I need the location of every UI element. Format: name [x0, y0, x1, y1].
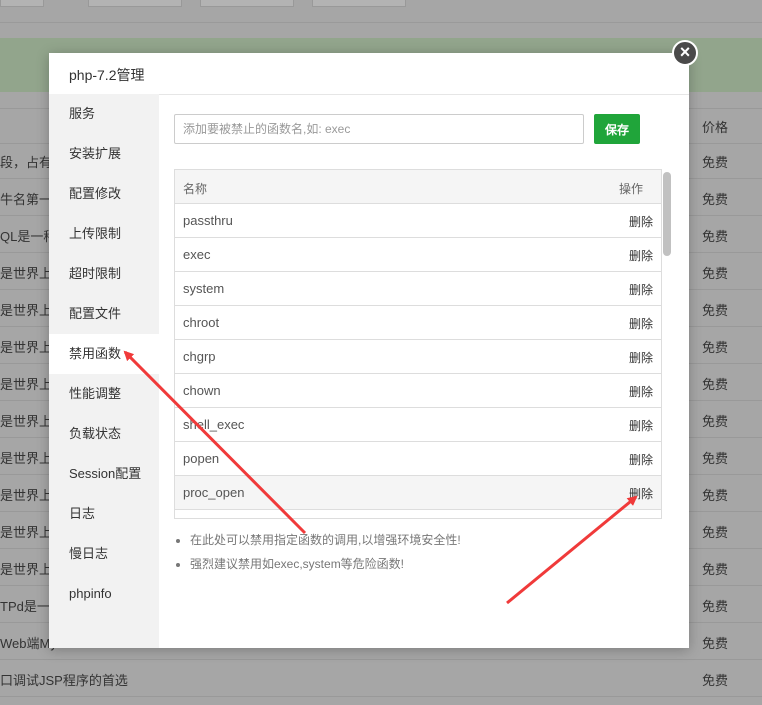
sidebar-item[interactable]: phpinfo	[49, 574, 159, 614]
table-row: popen 删除	[175, 442, 661, 476]
function-name: popen	[183, 451, 220, 466]
delete-button[interactable]: 删除	[629, 349, 653, 366]
background-row-price: 免费	[702, 377, 729, 392]
dialog-content: 保存 名称 操作 passthru 删除 exec 删除 system 删除 chroot 删…	[159, 94, 689, 648]
background-tab	[88, 0, 182, 7]
table-row: proc_open 删除	[175, 476, 661, 510]
delete-button[interactable]: 删除	[629, 383, 653, 400]
sidebar-item[interactable]: 慢日志	[49, 534, 159, 574]
table-row: system 删除	[175, 272, 661, 306]
background-price-header: 价格	[702, 120, 729, 135]
delete-button[interactable]: 删除	[629, 315, 653, 332]
background-row-price: 免费	[702, 488, 729, 503]
scrollbar-thumb[interactable]	[663, 172, 671, 256]
sidebar-item[interactable]: 日志	[49, 494, 159, 534]
background-tab	[200, 0, 294, 7]
background-row-price: 免费	[702, 229, 729, 244]
tips-list: 在此处可以禁用指定函数的调用,以增强环境安全性!强烈建议禁用如exec,syst…	[174, 528, 461, 576]
delete-button[interactable]: 删除	[629, 247, 653, 264]
sidebar-item[interactable]: Session配置	[49, 454, 159, 494]
close-icon[interactable]: ×	[672, 40, 698, 66]
dialog-title: php-7.2管理	[69, 67, 145, 83]
background-row-price: 免费	[702, 340, 729, 355]
background-row-price: 免费	[702, 673, 729, 688]
background-tab	[312, 0, 406, 7]
background-row: 口调试JSP程序的首选 免费	[0, 660, 762, 697]
dialog-title-bar: php-7.2管理	[49, 53, 689, 95]
tip-item: 强烈建议禁用如exec,system等危险函数!	[190, 552, 461, 576]
table-row: chown 删除	[175, 374, 661, 408]
delete-button[interactable]: 删除	[629, 213, 653, 230]
table-row: passthru 删除	[175, 204, 661, 238]
background-row-price: 免费	[702, 266, 729, 281]
background-row-price: 免费	[702, 414, 729, 429]
function-name: proc_open	[183, 485, 245, 500]
background-row-price: 免费	[702, 562, 729, 577]
delete-button[interactable]: 删除	[629, 417, 653, 434]
background-row-price: 免费	[702, 599, 729, 614]
sidebar-item[interactable]: 上传限制	[49, 214, 159, 254]
delete-button[interactable]: 删除	[629, 281, 653, 298]
function-name: exec	[183, 247, 211, 262]
function-name: passthru	[183, 213, 233, 228]
table-header: 名称 操作	[175, 170, 661, 204]
function-name: shell_exec	[183, 417, 245, 432]
background-row-price: 免费	[702, 451, 729, 466]
dialog-sidebar: 服务 安装扩展 配置修改 上传限制 超时限制 配置文件 禁用函数 性能调整 负载状态 Sessio…	[49, 94, 159, 648]
sidebar-item[interactable]: 禁用函数	[49, 334, 159, 374]
save-button[interactable]: 保存	[594, 114, 640, 144]
function-name: chroot	[183, 315, 220, 330]
function-name: chown	[183, 383, 221, 398]
sidebar-item[interactable]: 服务	[49, 94, 159, 134]
sidebar-item[interactable]: 配置修改	[49, 174, 159, 214]
background-topbar	[0, 0, 762, 23]
column-name-header: 名称	[183, 182, 208, 196]
sidebar-item[interactable]: 配置文件	[49, 294, 159, 334]
function-name: system	[183, 281, 225, 296]
sidebar-item[interactable]: 超时限制	[49, 254, 159, 294]
sidebar-item[interactable]: 性能调整	[49, 374, 159, 414]
background-row-price: 免费	[702, 636, 729, 651]
table-row: exec 删除	[175, 238, 661, 272]
column-action-header: 操作	[619, 182, 644, 196]
background-row-price: 免费	[702, 192, 729, 207]
background-row-price: 免费	[702, 525, 729, 540]
php-manage-dialog: php-7.2管理 服务 安装扩展 配置修改 上传限制 超时限制 配置文件 禁用函数 性能调整…	[49, 53, 689, 648]
tip-item: 在此处可以禁用指定函数的调用,以增强环境安全性!	[190, 528, 461, 552]
table-row: shell_exec 删除	[175, 408, 661, 442]
sidebar-item[interactable]: 负载状态	[49, 414, 159, 454]
background-row-price: 免费	[702, 303, 729, 318]
background-row-text: 口调试JSP程序的首选	[0, 673, 128, 688]
disabled-functions-table: 名称 操作 passthru 删除 exec 删除 system 删除 chroot 删除 ch…	[174, 169, 662, 519]
background-tab	[0, 0, 44, 7]
table-row: chroot 删除	[175, 306, 661, 340]
disabled-function-input[interactable]	[174, 114, 584, 144]
delete-button[interactable]: 删除	[629, 451, 653, 468]
background-row-price: 免费	[702, 155, 729, 170]
table-row: chgrp 删除	[175, 340, 661, 374]
table-scrollbar[interactable]	[662, 169, 672, 519]
sidebar-item[interactable]: 安装扩展	[49, 134, 159, 174]
function-name: chgrp	[183, 349, 216, 364]
delete-button[interactable]: 删除	[629, 485, 653, 502]
